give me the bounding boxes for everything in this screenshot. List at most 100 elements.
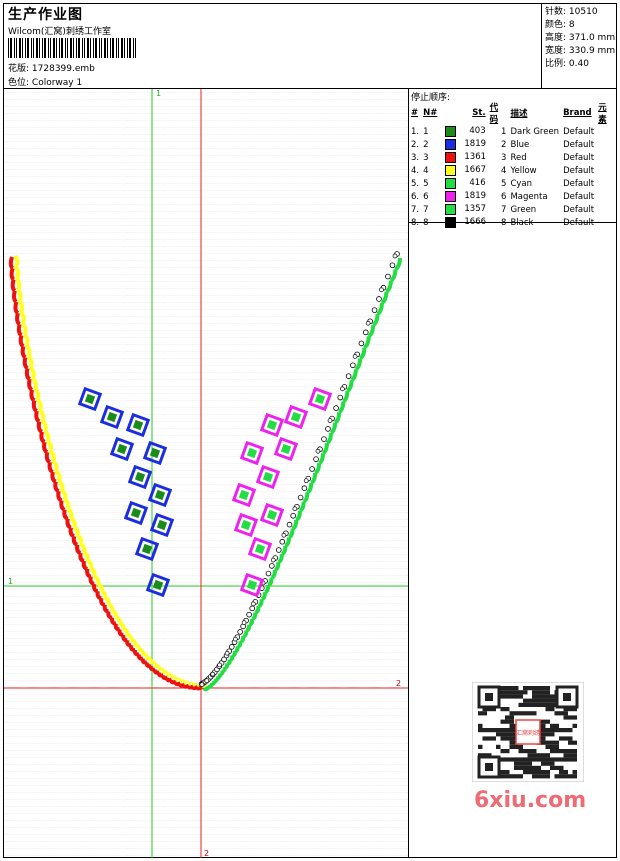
fabric-texture	[4, 133, 408, 136]
qr-module	[500, 774, 505, 779]
yellow-scallop	[72, 525, 80, 537]
color-swatch	[445, 204, 457, 215]
green-scallop	[329, 422, 338, 435]
qr-module	[523, 690, 528, 695]
fabric-texture	[4, 427, 408, 430]
col-desc: 描述	[510, 109, 528, 119]
qr-module	[563, 753, 568, 758]
black-bead	[269, 563, 275, 569]
qr-module	[500, 694, 505, 699]
colorway-value: Colorway 1	[31, 78, 83, 88]
qr-module	[500, 719, 505, 724]
fabric-texture	[4, 147, 408, 150]
fabric-texture	[4, 637, 408, 640]
green-scallop	[337, 401, 346, 414]
design-stats: 针数: 10510 颜色: 8 高度: 371.0 mm 宽度: 330.9 m…	[545, 6, 615, 71]
yellow-scallop	[15, 277, 22, 291]
qr-module	[550, 707, 555, 712]
fabric-texture	[4, 252, 408, 255]
red-scallop	[47, 461, 54, 474]
qr-module	[482, 736, 487, 741]
fabric-texture	[4, 553, 408, 556]
table-row: 6. 6 1819 6 Magenta Default	[409, 190, 617, 203]
qr-module	[500, 686, 505, 691]
fabric-texture	[4, 623, 408, 626]
yellow-scallop	[89, 566, 97, 577]
barcode-bar	[116, 38, 117, 58]
barcode-bar	[78, 38, 80, 58]
qr-module	[572, 749, 577, 754]
qr-module	[509, 740, 514, 745]
cell-st: 1819	[439, 190, 487, 203]
cell-desc: Red	[510, 152, 527, 163]
cell-element	[596, 203, 617, 216]
barcode-bar	[110, 38, 111, 58]
black-bead	[249, 605, 255, 612]
qr-logo-text: 汇窝刺绣	[516, 729, 540, 737]
qr-module	[541, 757, 546, 762]
cell-num: 1.	[411, 126, 420, 137]
qr-module	[500, 770, 505, 775]
red-scallop	[10, 278, 17, 293]
fabric-texture	[4, 203, 408, 206]
magenta-diamond-center	[262, 471, 274, 483]
red-scallop	[42, 441, 49, 455]
fabric-texture	[4, 98, 408, 101]
black-bead	[337, 394, 344, 401]
qr-module	[527, 753, 532, 758]
qr-module	[527, 698, 532, 703]
red-scallop	[62, 509, 69, 521]
fabric-texture	[4, 420, 408, 423]
qr-module	[514, 774, 519, 779]
fabric-texture	[4, 784, 408, 787]
magenta-diamond-center	[290, 411, 302, 423]
cell-code: 4	[501, 165, 507, 176]
green-scallop	[274, 561, 281, 572]
black-bead	[224, 650, 230, 656]
barcode-bar	[121, 38, 123, 58]
magenta-diamond-center	[314, 393, 326, 405]
qr-module	[509, 711, 514, 716]
yellow-scallop	[19, 310, 26, 325]
fabric-texture	[4, 364, 408, 367]
fabric-texture	[4, 833, 408, 836]
fabric-texture	[4, 441, 408, 444]
barcode-bar	[118, 38, 119, 58]
qr-module	[509, 736, 514, 741]
blue-diamond-center	[134, 471, 146, 483]
cell-num: 4.	[411, 165, 420, 176]
cell-n: 1	[423, 126, 429, 137]
barcode-bar	[61, 38, 63, 58]
qr-module	[559, 774, 564, 779]
qr-module	[505, 686, 510, 691]
qr-module	[541, 702, 546, 707]
black-bead	[313, 456, 319, 462]
fabric-texture	[4, 322, 408, 325]
fabric-texture	[4, 406, 408, 409]
qr-module	[554, 774, 559, 779]
qr-module	[527, 702, 532, 707]
qr-module	[514, 694, 519, 699]
qr-module	[559, 736, 564, 741]
stop-sequence-table: # N# St. 代码 描述 Brand 元素 1. 1 403 1 Dark Gree…	[409, 101, 617, 229]
magenta-diamond-center	[254, 543, 266, 555]
barcode-bar	[95, 38, 97, 58]
qr-module	[532, 711, 537, 716]
fabric-texture	[4, 672, 408, 675]
cell-num: 7.	[411, 204, 420, 215]
qr-module	[563, 774, 568, 779]
table-row: 7. 7 1357 7 Green Default	[409, 203, 617, 216]
fabric-texture	[4, 231, 408, 234]
fabric-texture	[4, 665, 408, 668]
black-bead	[217, 662, 222, 668]
fabric-texture	[4, 119, 408, 122]
fabric-texture	[4, 371, 408, 374]
cell-brand: Default	[563, 191, 595, 202]
yellow-scallop	[21, 321, 28, 336]
guide-label-red-v: 2	[204, 849, 209, 858]
barcode-bar	[31, 38, 32, 58]
qr-module	[536, 753, 541, 758]
blue-diamond-center	[116, 443, 128, 455]
qr-module	[545, 757, 550, 762]
red-scallop	[53, 481, 60, 494]
